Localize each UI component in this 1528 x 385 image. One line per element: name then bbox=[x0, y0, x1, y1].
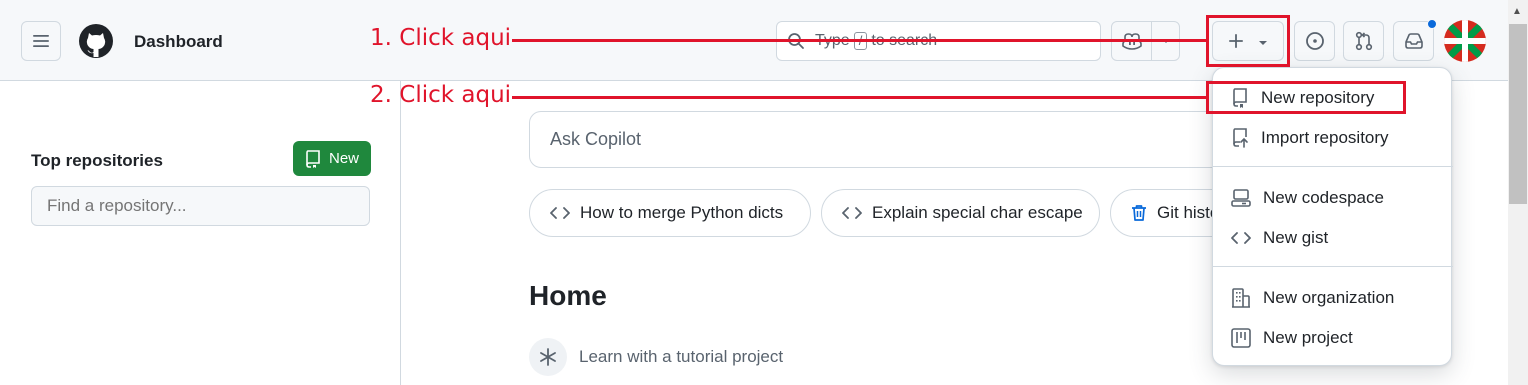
new-repository-button[interactable]: New bbox=[293, 141, 371, 176]
sparkle-icon bbox=[529, 338, 567, 376]
scroll-up-arrow-icon[interactable]: ▲ bbox=[1512, 6, 1522, 17]
dashboard-sidebar: Top repositories New bbox=[0, 81, 401, 385]
context-title[interactable]: Dashboard bbox=[134, 32, 223, 52]
pull-requests-button[interactable] bbox=[1343, 21, 1384, 61]
suggestion-chip[interactable]: How to merge Python dicts bbox=[529, 189, 811, 237]
menu-item-new-codespace[interactable]: New codespace bbox=[1231, 185, 1384, 211]
menu-item-new-project[interactable]: New project bbox=[1231, 325, 1353, 351]
code-icon bbox=[842, 207, 862, 219]
menu-item-new-organization[interactable]: New organization bbox=[1231, 285, 1394, 311]
project-board-icon bbox=[1231, 328, 1251, 348]
hamburger-icon bbox=[33, 35, 49, 47]
menu-item-label: New codespace bbox=[1263, 188, 1384, 207]
annotation-highlight-create-button bbox=[1206, 15, 1290, 67]
menu-item-label: New project bbox=[1263, 328, 1353, 347]
suggestion-chip-label: Explain special char escape bbox=[872, 203, 1083, 222]
avatar[interactable] bbox=[1444, 20, 1486, 62]
page: Dashboard Type / to search bbox=[0, 0, 1528, 385]
code-icon bbox=[550, 207, 570, 219]
git-pull-request-icon bbox=[1355, 31, 1372, 51]
annotation-line-2 bbox=[512, 96, 1208, 99]
organization-icon bbox=[1232, 288, 1250, 308]
trash-icon bbox=[1132, 205, 1146, 221]
top-repositories-heading: Top repositories bbox=[31, 151, 163, 170]
notification-dot bbox=[1427, 19, 1437, 29]
codespaces-icon bbox=[1231, 189, 1251, 207]
annotation-step-2: 2. Click aqui bbox=[370, 82, 512, 108]
menu-divider bbox=[1213, 266, 1453, 267]
suggestion-chip[interactable]: Explain special char escape bbox=[821, 189, 1100, 237]
repo-icon bbox=[306, 149, 320, 168]
issues-button[interactable] bbox=[1294, 21, 1335, 61]
home-heading: Home bbox=[529, 280, 607, 311]
new-button-label: New bbox=[328, 150, 359, 167]
scrollbar-thumb[interactable] bbox=[1509, 24, 1527, 204]
annotation-highlight-new-repository bbox=[1206, 81, 1406, 114]
menu-item-new-gist[interactable]: New gist bbox=[1231, 225, 1328, 251]
menu-item-label: Import repository bbox=[1261, 128, 1389, 147]
user-avatar-flag-image bbox=[1444, 20, 1486, 62]
menu-divider bbox=[1213, 166, 1453, 167]
inbox-icon bbox=[1404, 33, 1423, 49]
menu-item-import-repository[interactable]: Import repository bbox=[1231, 125, 1389, 151]
menu-item-label: New organization bbox=[1263, 288, 1395, 307]
menu-button[interactable] bbox=[21, 21, 61, 61]
find-repository-input[interactable] bbox=[31, 186, 370, 226]
tutorial-project-link[interactable]: Learn with a tutorial project bbox=[529, 338, 783, 376]
menu-item-label: New gist bbox=[1263, 228, 1329, 247]
github-logo-icon[interactable] bbox=[78, 23, 114, 59]
code-icon bbox=[1231, 232, 1251, 244]
repo-push-icon bbox=[1233, 128, 1248, 148]
issue-opened-icon bbox=[1305, 32, 1324, 50]
tutorial-link-label: Learn with a tutorial project bbox=[579, 347, 784, 366]
annotation-step-1: 1. Click aqui bbox=[370, 25, 512, 51]
ask-copilot-input[interactable]: Ask Copilot bbox=[529, 111, 1229, 168]
suggestion-chip-label: How to merge Python dicts bbox=[580, 203, 784, 222]
annotation-line-1 bbox=[512, 39, 1208, 42]
